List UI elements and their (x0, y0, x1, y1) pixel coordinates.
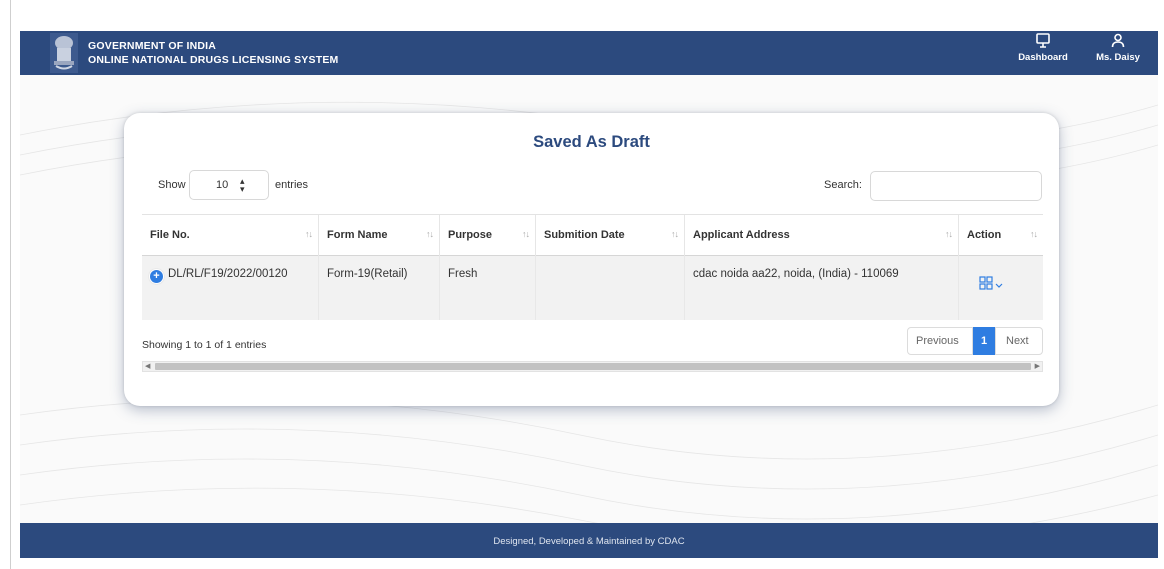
sort-icon: ↑↓ (945, 229, 953, 239)
action-menu-button[interactable] (979, 276, 1005, 293)
page-title: Saved As Draft (533, 133, 650, 151)
sort-icon: ↑↓ (671, 229, 679, 239)
next-page-button[interactable]: Next (995, 327, 1043, 355)
footer: Designed, Developed & Maintained by CDAC (20, 523, 1158, 558)
user-menu-button[interactable]: Ms. Daisy (1088, 33, 1148, 73)
grid-icon (979, 276, 1003, 290)
site-title: GOVERNMENT OF INDIA ONLINE NATIONAL DRUG… (88, 39, 338, 67)
table-info: Showing 1 to 1 of 1 entries (142, 339, 267, 351)
entries-select[interactable]: 10 ▴ ▾ (189, 170, 269, 200)
footer-text: Designed, Developed & Maintained by CDAC (493, 536, 685, 547)
select-arrows-icon: ▴ ▾ (240, 176, 245, 194)
monitor-icon (1036, 33, 1050, 48)
scrollbar-thumb[interactable] (155, 363, 1031, 370)
site-title-line1: GOVERNMENT OF INDIA (88, 40, 217, 52)
column-header-applicant-address[interactable]: Applicant Address ↑↓ (685, 215, 959, 257)
table-header: File No. ↑↓ Form Name ↑↓ Purpose ↑↓ Submiti… (142, 214, 1043, 257)
expand-plus-icon[interactable]: + (150, 270, 163, 283)
entries-label: entries (275, 179, 309, 191)
top-header: GOVERNMENT OF INDIA ONLINE NATIONAL DRUG… (20, 31, 1158, 75)
site-title-line2: ONLINE NATIONAL DRUGS LICENSING SYSTEM (88, 54, 339, 66)
column-header-action[interactable]: Action ↑↓ (959, 215, 1043, 257)
cell-purpose: Fresh (440, 256, 536, 320)
draft-card: Saved As Draft Show 10 ▴ ▾ entries Search… (124, 113, 1059, 406)
scroll-left-icon[interactable]: ◀ (145, 362, 150, 371)
sort-icon: ↑↓ (426, 229, 434, 239)
scroll-right-icon[interactable]: ▶ (1035, 362, 1040, 371)
cell-action (959, 256, 1043, 320)
search-input[interactable] (870, 171, 1042, 201)
show-label: Show (158, 179, 186, 191)
previous-page-button[interactable]: Previous (907, 327, 973, 355)
column-header-purpose[interactable]: Purpose ↑↓ (440, 215, 536, 257)
horizontal-scrollbar[interactable]: ◀ ▶ (142, 361, 1043, 372)
chevron-down-icon (995, 283, 1003, 288)
sort-icon: ↑↓ (305, 229, 313, 239)
emblem-icon (50, 33, 78, 73)
table-row: + DL/RL/F19/2022/00120 Form-19(Retail) Fr… (142, 256, 1043, 320)
column-header-form-name[interactable]: Form Name ↑↓ (319, 215, 440, 257)
dashboard-label: Dashboard (1018, 52, 1068, 63)
user-name: Ms. Daisy (1096, 52, 1140, 63)
entries-value: 10 (216, 179, 229, 191)
dashboard-button[interactable]: Dashboard (1008, 33, 1078, 73)
search-label: Search: (824, 179, 862, 191)
cell-file-no: + DL/RL/F19/2022/00120 (142, 256, 319, 320)
column-header-submission-date[interactable]: Submition Date ↑↓ (536, 215, 685, 257)
page-1-button[interactable]: 1 (973, 327, 995, 355)
cell-form-name: Form-19(Retail) (319, 256, 440, 320)
sort-icon: ↑↓ (1030, 229, 1038, 239)
sort-icon: ↑↓ (522, 229, 530, 239)
cell-applicant-address: cdac noida aa22, noida, (India) - 110069 (685, 256, 959, 320)
column-header-file-no[interactable]: File No. ↑↓ (142, 215, 319, 257)
cell-submission-date (536, 256, 685, 320)
user-icon (1111, 33, 1125, 48)
